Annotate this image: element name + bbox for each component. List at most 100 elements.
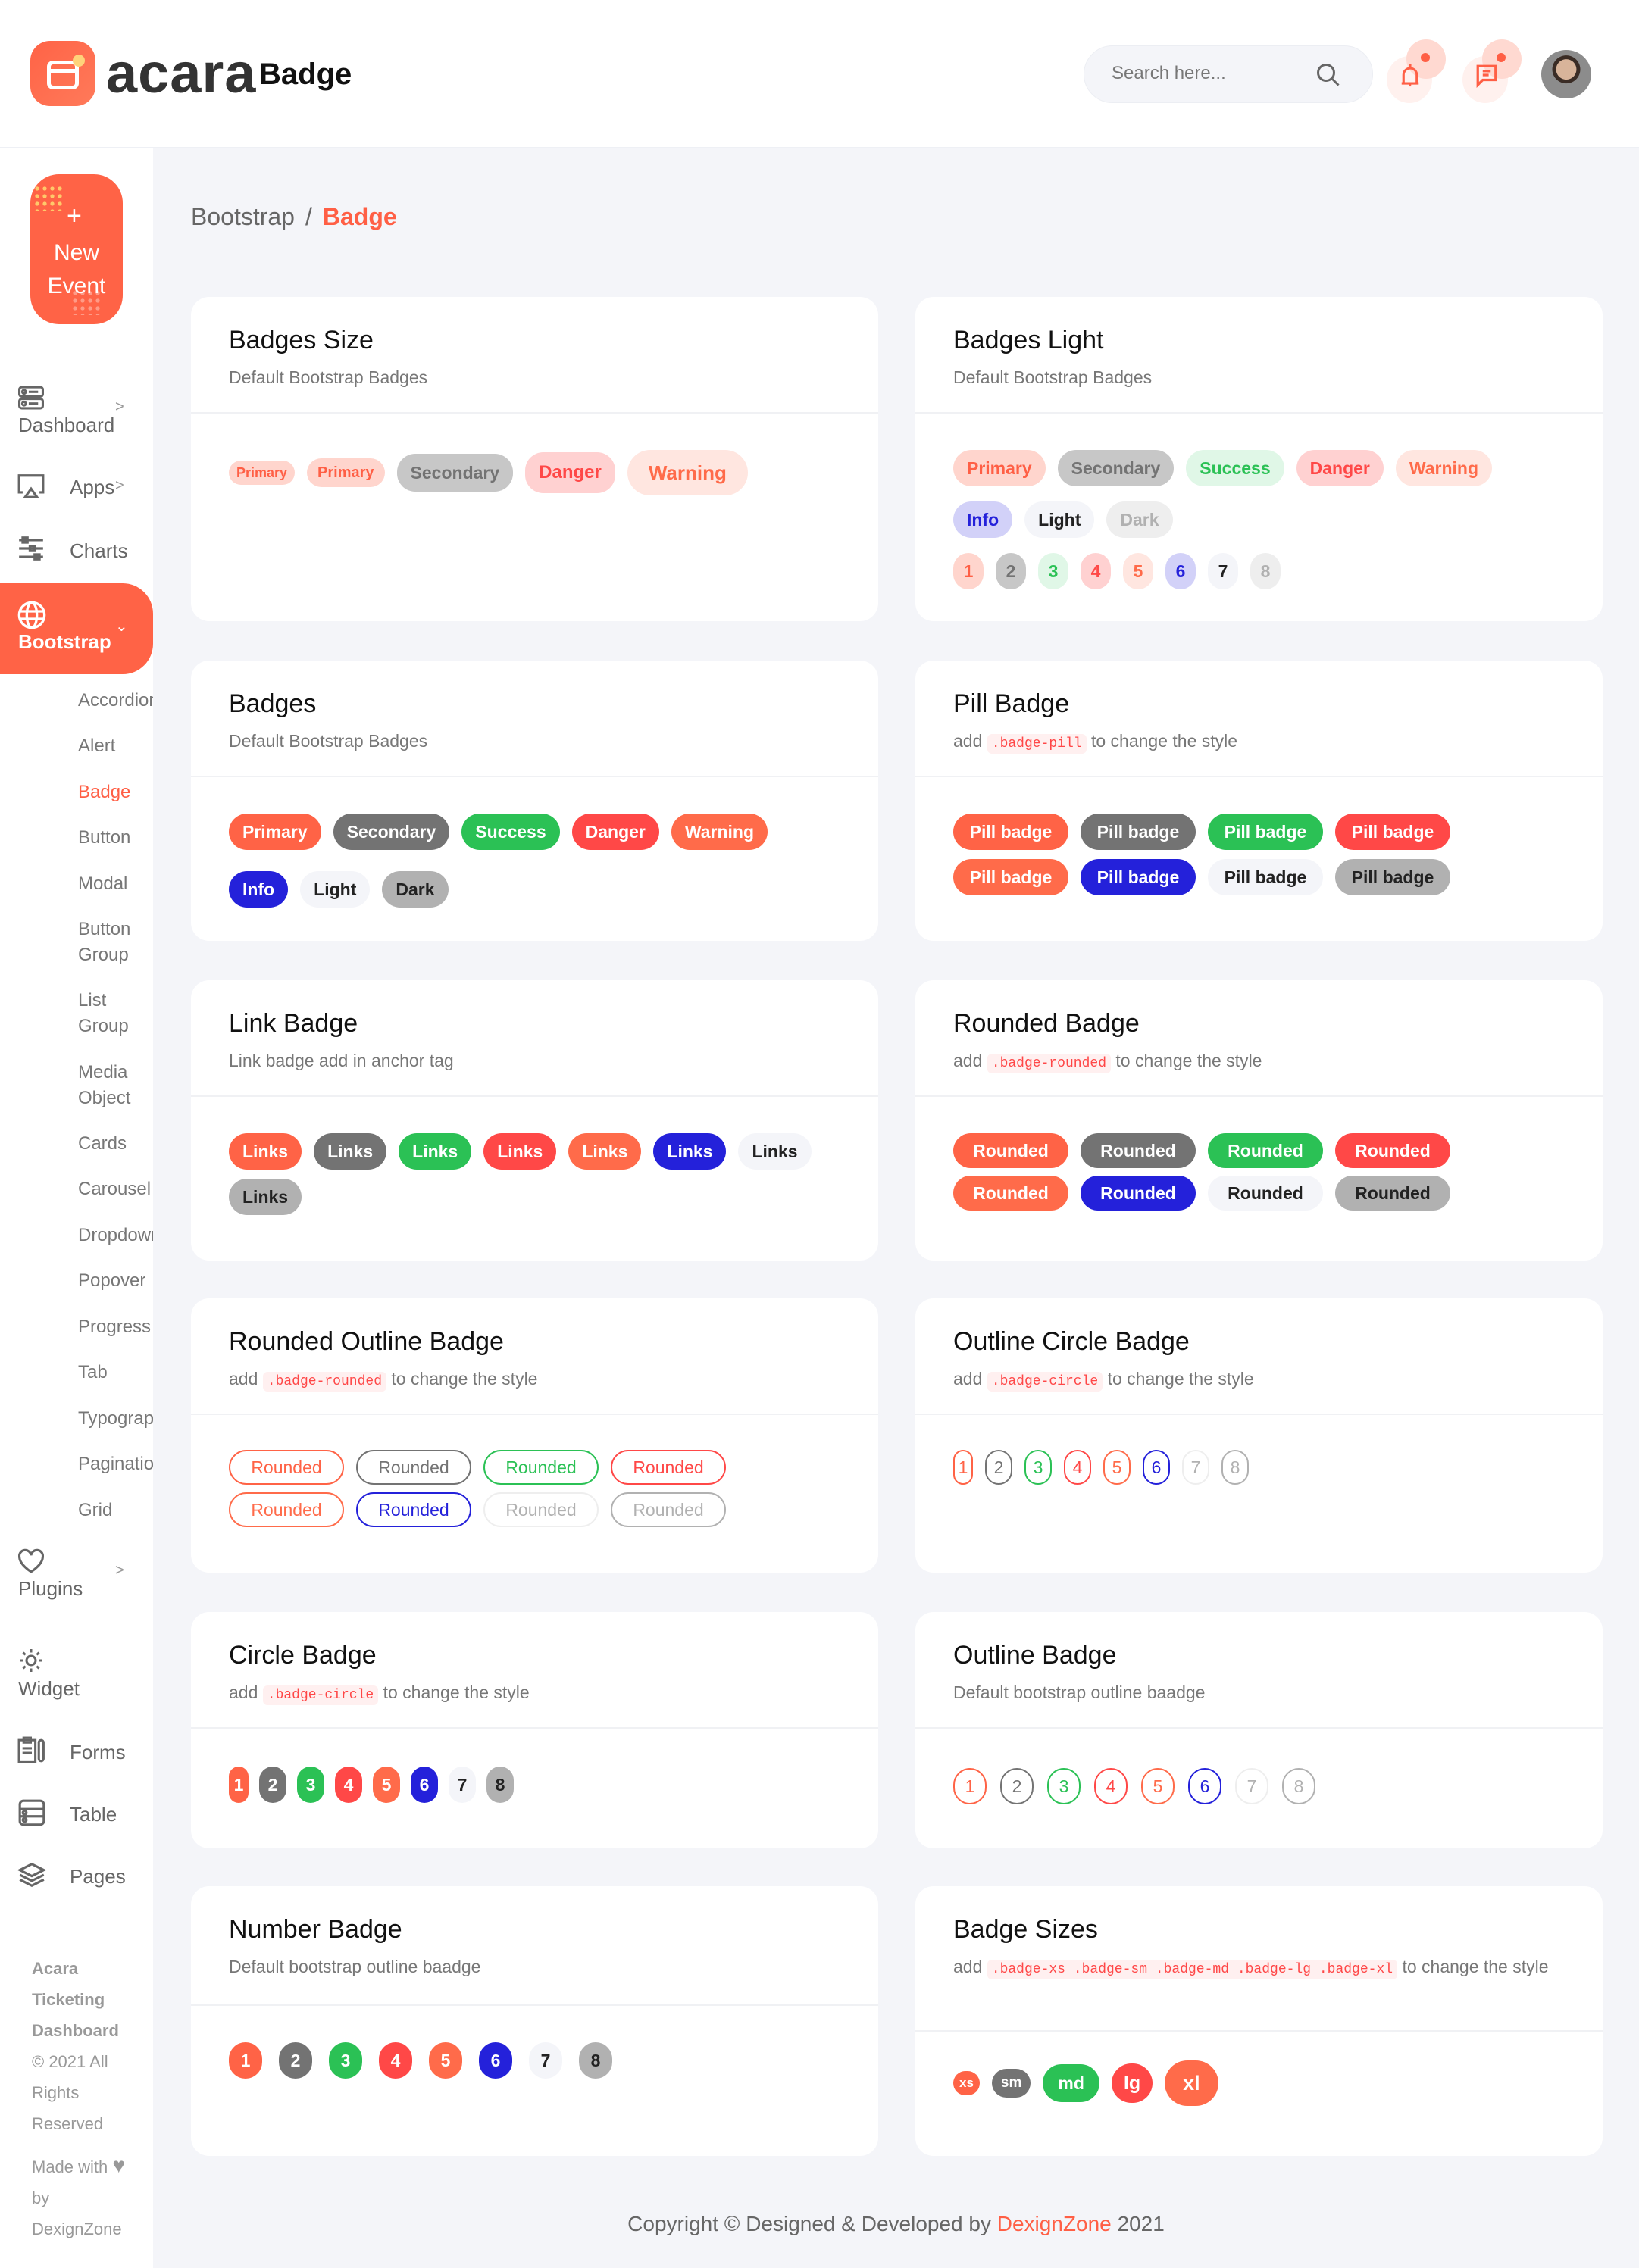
badge-row: Rounded Rounded Rounded Rounded Rounded … [953, 1133, 1559, 1211]
badge-light-danger: Danger [1296, 450, 1384, 486]
badge-warning: Warning [671, 814, 768, 850]
new-event-button[interactable]: + New Event [30, 174, 123, 324]
sidebar-item-label: Bootstrap [18, 630, 111, 653]
card-title: Link Badge [229, 1009, 358, 1038]
sidebar-subitem[interactable]: Progress [78, 1314, 153, 1340]
sidebar-subitem[interactable]: Modal [78, 871, 153, 897]
sidebar-subitem[interactable]: Cards [78, 1131, 153, 1157]
chevron-right-icon: > [115, 1562, 124, 1579]
badge-light-info: Info [953, 501, 1013, 538]
divider [915, 1095, 1603, 1097]
outline-badge-secondary: Rounded [356, 1450, 471, 1485]
sidebar-subitem[interactable]: List Group [78, 988, 139, 1039]
footer-brand-link[interactable]: DexignZone [997, 2212, 1112, 2235]
outline-number-badge: 5 [1141, 1768, 1175, 1804]
link-badge-secondary[interactable]: Links [314, 1133, 387, 1170]
sidebar-item-table[interactable]: Table [0, 1798, 153, 1832]
code-snippet: .badge-rounded [987, 1054, 1111, 1073]
copyright-text: © 2021 All Rights Reserved [32, 2052, 108, 2133]
gear-icon [20, 1649, 42, 1672]
pill-badge-success: Pill badge [1208, 814, 1323, 850]
sidebar-subitem[interactable]: Carousel [78, 1176, 153, 1202]
badge-light-number: 6 [1165, 553, 1196, 589]
breadcrumb-current: Badge [322, 203, 397, 230]
card-desc: add .badge-rounded to change the style [229, 1365, 840, 1395]
card-title: Rounded Outline Badge [229, 1327, 504, 1356]
pill-badge-warning: Pill badge [953, 859, 1068, 895]
sidebar-subitem[interactable]: Typography [78, 1406, 153, 1432]
sidebar-subitem[interactable]: Pagination [78, 1451, 153, 1477]
page-title: Badge [259, 58, 352, 91]
footer: Copyright © Designed & Developed by Dexi… [153, 2212, 1639, 2236]
card-desc: add .badge-pill to change the style [953, 727, 1565, 758]
circle-badge: 7 [449, 1767, 476, 1803]
breadcrumb: Bootstrap / Badge [191, 203, 397, 231]
divider [191, 1727, 878, 1729]
outline-number-badge: 6 [1188, 1768, 1221, 1804]
badge-xs: xs [953, 2071, 980, 2095]
messages-button[interactable] [1462, 39, 1534, 103]
card-circle-badge: Circle Badge add .badge-circle to change… [191, 1612, 878, 1848]
link-badge-warning[interactable]: Links [568, 1133, 642, 1170]
search-icon[interactable] [1315, 61, 1342, 89]
badge-light-warning: Warning [1395, 450, 1493, 486]
divider [191, 412, 878, 414]
brand-logo[interactable]: acara [106, 41, 256, 106]
card-desc: Default bootstrap outline baadge [229, 1957, 481, 1976]
sidebar-subitem[interactable]: Tab [78, 1360, 153, 1385]
number-badge: 2 [279, 2042, 312, 2079]
code-snippet: .badge-circle [262, 1685, 379, 1705]
sidebar-item-bootstrap[interactable]: Bootstrap ⌄ [0, 583, 153, 674]
card-title: Rounded Badge [953, 1009, 1140, 1038]
link-badge-info[interactable]: Links [653, 1133, 727, 1170]
sidebar-subitem[interactable]: Accordion [78, 688, 153, 714]
link-badge-primary[interactable]: Links [229, 1133, 302, 1170]
user-avatar[interactable] [1541, 50, 1591, 98]
sidebar-item-charts[interactable]: Charts [0, 535, 153, 568]
badge-primary: Primary [229, 814, 321, 850]
sidebar-item-label: Charts [70, 539, 128, 562]
pill-badge-danger: Pill badge [1335, 814, 1450, 850]
sidebar-item-pages[interactable]: Pages [0, 1860, 153, 1894]
badge-row: xs sm md lg xl [953, 2060, 1559, 2106]
card-link-badge: Link Badge Link badge add in anchor tag … [191, 980, 878, 1261]
sidebar-item-dashboard[interactable]: Dashboard > [0, 385, 153, 438]
badge-md: md [1043, 2064, 1099, 2102]
circle-badge: 1 [229, 1767, 249, 1803]
link-badge-danger[interactable]: Links [483, 1133, 557, 1170]
breadcrumb-parent[interactable]: Bootstrap [191, 203, 295, 230]
sidebar-subitem[interactable]: Popover [78, 1268, 153, 1294]
sidebar-subitem[interactable]: Alert [78, 733, 153, 759]
outline-badge-dark: Rounded [611, 1492, 726, 1527]
sidebar-subitem[interactable]: Button [78, 825, 153, 851]
search-input[interactable]: Search here... [1084, 45, 1373, 103]
sidebar-subitem[interactable]: Dropdown [78, 1223, 153, 1248]
badge-row: Rounded Rounded Rounded Rounded Rounded … [229, 1450, 835, 1527]
badge-light-number: 5 [1123, 553, 1153, 589]
sidebar-item-apps[interactable]: Apps > [0, 473, 153, 506]
badge-row: Primary Secondary Success Danger Warning… [953, 450, 1559, 589]
sidebar-item-forms[interactable]: Forms [0, 1736, 153, 1770]
sidebar-subitem[interactable]: Grid [78, 1498, 153, 1523]
sidebar-item-label: Dashboard [18, 414, 115, 436]
pill-badge-light: Pill badge [1208, 859, 1323, 895]
footer-year: 2021 [1117, 2212, 1165, 2235]
sidebar-item-widget[interactable]: Widget [0, 1647, 153, 1700]
notifications-button[interactable] [1387, 39, 1458, 103]
sidebar-subitem[interactable]: Button Group [78, 917, 139, 968]
logo-icon[interactable] [30, 41, 95, 106]
circle-badge: 5 [373, 1767, 400, 1803]
sidebar-subitem-active[interactable]: Badge [78, 779, 153, 805]
sidebar-item-plugins[interactable]: Plugins > [0, 1548, 153, 1601]
card-desc: add .badge-circle to change the style [229, 1679, 840, 1709]
desc-text: to change the style [1402, 1957, 1549, 1976]
circle-badge: 6 [411, 1767, 438, 1803]
link-badge-success[interactable]: Links [399, 1133, 472, 1170]
badge-row: Links Links Links Links Links Links Link… [229, 1133, 835, 1215]
link-badge-light[interactable]: Links [738, 1133, 812, 1170]
sidebar-item-label: Table [70, 1803, 117, 1826]
link-badge-dark[interactable]: Links [229, 1179, 302, 1215]
sidebar-subitem[interactable]: Media Object [78, 1060, 139, 1111]
desc-text: to change the style [1107, 1369, 1254, 1389]
made-with-text: Made with [32, 2157, 108, 2176]
